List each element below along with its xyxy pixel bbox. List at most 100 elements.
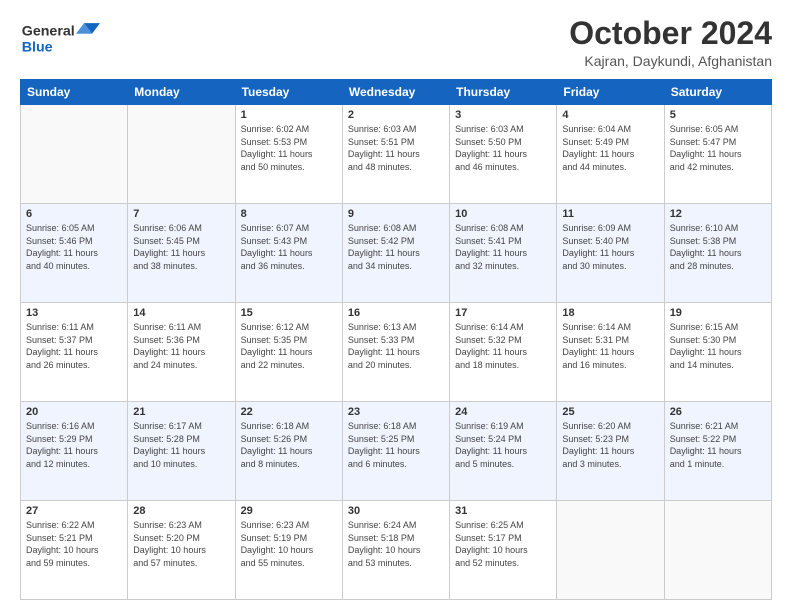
table-cell: 26 Sunrise: 6:21 AM Sunset: 5:22 PM Dayli… xyxy=(664,402,771,501)
day-info: Sunrise: 6:11 AM Sunset: 5:37 PM Dayligh… xyxy=(26,321,122,371)
day-number: 7 xyxy=(133,208,229,220)
day-info: Sunrise: 6:11 AM Sunset: 5:36 PM Dayligh… xyxy=(133,321,229,371)
table-cell: 14 Sunrise: 6:11 AM Sunset: 5:36 PM Dayli… xyxy=(128,303,235,402)
day-number: 6 xyxy=(26,208,122,220)
table-cell: 1 Sunrise: 6:02 AM Sunset: 5:53 PM Daylig… xyxy=(235,105,342,204)
table-cell: 16Sunrise: 6:13 AM Sunset: 5:33 PM Dayli… xyxy=(342,303,449,402)
day-info: Sunrise: 6:04 AM Sunset: 5:49 PM Dayligh… xyxy=(562,123,658,173)
day-number: 9 xyxy=(348,208,444,220)
day-number: 5 xyxy=(670,109,766,121)
table-cell: 20 Sunrise: 6:16 AM Sunset: 5:29 PM Dayli… xyxy=(21,402,128,501)
day-info: Sunrise: 6:09 AM Sunset: 5:40 PM Dayligh… xyxy=(562,222,658,272)
svg-text:Blue: Blue xyxy=(22,40,53,56)
day-number: 26 xyxy=(670,406,766,418)
calendar-week-row: 27 Sunrise: 6:22 AM Sunset: 5:21 PM Dayli… xyxy=(21,501,772,600)
table-cell: 7 Sunrise: 6:06 AM Sunset: 5:45 PM Daylig… xyxy=(128,204,235,303)
table-cell: 13Sunrise: 6:11 AM Sunset: 5:37 PM Dayli… xyxy=(21,303,128,402)
day-info: Sunrise: 6:20 AM Sunset: 5:23 PM Dayligh… xyxy=(562,420,658,470)
header: General Blue October 2024 Kajran, Daykun… xyxy=(20,16,772,69)
day-number: 24 xyxy=(455,406,551,418)
header-saturday: Saturday xyxy=(664,80,771,105)
day-number: 21 xyxy=(133,406,229,418)
day-number: 8 xyxy=(241,208,337,220)
day-number: 14 xyxy=(133,307,229,319)
day-number: 29 xyxy=(241,505,337,517)
day-number: 19 xyxy=(670,307,766,319)
day-number: 12 xyxy=(670,208,766,220)
day-number: 27 xyxy=(26,505,122,517)
day-info: Sunrise: 6:19 AM Sunset: 5:24 PM Dayligh… xyxy=(455,420,551,470)
day-info: Sunrise: 6:23 AM Sunset: 5:20 PM Dayligh… xyxy=(133,519,229,569)
day-info: Sunrise: 6:23 AM Sunset: 5:19 PM Dayligh… xyxy=(241,519,337,569)
day-info: Sunrise: 6:22 AM Sunset: 5:21 PM Dayligh… xyxy=(26,519,122,569)
day-info: Sunrise: 6:12 AM Sunset: 5:35 PM Dayligh… xyxy=(241,321,337,371)
logo-svg: General Blue xyxy=(20,16,100,56)
day-info: Sunrise: 6:21 AM Sunset: 5:22 PM Dayligh… xyxy=(670,420,766,470)
calendar-table: Sunday Monday Tuesday Wednesday Thursday… xyxy=(20,79,772,600)
calendar-week-row: 6 Sunrise: 6:05 AM Sunset: 5:46 PM Daylig… xyxy=(21,204,772,303)
table-cell: 22Sunrise: 6:18 AM Sunset: 5:26 PM Dayli… xyxy=(235,402,342,501)
table-cell xyxy=(21,105,128,204)
table-cell xyxy=(128,105,235,204)
header-sunday: Sunday xyxy=(21,80,128,105)
day-info: Sunrise: 6:07 AM Sunset: 5:43 PM Dayligh… xyxy=(241,222,337,272)
table-cell xyxy=(664,501,771,600)
day-number: 10 xyxy=(455,208,551,220)
logo: General Blue xyxy=(20,16,100,56)
table-cell: 25 Sunrise: 6:20 AM Sunset: 5:23 PM Dayli… xyxy=(557,402,664,501)
table-cell: 31 Sunrise: 6:25 AM Sunset: 5:17 PM Dayli… xyxy=(450,501,557,600)
day-info: Sunrise: 6:15 AM Sunset: 5:30 PM Dayligh… xyxy=(670,321,766,371)
day-number: 23 xyxy=(348,406,444,418)
table-cell: 18Sunrise: 6:14 AM Sunset: 5:31 PM Dayli… xyxy=(557,303,664,402)
table-cell: 4Sunrise: 6:04 AM Sunset: 5:49 PM Daylig… xyxy=(557,105,664,204)
day-info: Sunrise: 6:05 AM Sunset: 5:47 PM Dayligh… xyxy=(670,123,766,173)
day-number: 18 xyxy=(562,307,658,319)
table-cell: 15 Sunrise: 6:12 AM Sunset: 5:35 PM Dayli… xyxy=(235,303,342,402)
page: General Blue October 2024 Kajran, Daykun… xyxy=(0,0,792,612)
day-info: Sunrise: 6:25 AM Sunset: 5:17 PM Dayligh… xyxy=(455,519,551,569)
table-cell: 2Sunrise: 6:03 AM Sunset: 5:51 PM Daylig… xyxy=(342,105,449,204)
day-info: Sunrise: 6:02 AM Sunset: 5:53 PM Dayligh… xyxy=(241,123,337,173)
svg-text:General: General xyxy=(22,24,75,40)
day-number: 17 xyxy=(455,307,551,319)
calendar-week-row: 20 Sunrise: 6:16 AM Sunset: 5:29 PM Dayli… xyxy=(21,402,772,501)
day-info: Sunrise: 6:24 AM Sunset: 5:18 PM Dayligh… xyxy=(348,519,444,569)
table-cell: 28 Sunrise: 6:23 AM Sunset: 5:20 PM Dayli… xyxy=(128,501,235,600)
table-cell xyxy=(557,501,664,600)
table-cell: 11 Sunrise: 6:09 AM Sunset: 5:40 PM Dayli… xyxy=(557,204,664,303)
day-info: Sunrise: 6:18 AM Sunset: 5:25 PM Dayligh… xyxy=(348,420,444,470)
table-cell: 12 Sunrise: 6:10 AM Sunset: 5:38 PM Dayli… xyxy=(664,204,771,303)
day-number: 20 xyxy=(26,406,122,418)
day-info: Sunrise: 6:16 AM Sunset: 5:29 PM Dayligh… xyxy=(26,420,122,470)
header-wednesday: Wednesday xyxy=(342,80,449,105)
table-cell: 3Sunrise: 6:03 AM Sunset: 5:50 PM Daylig… xyxy=(450,105,557,204)
day-info: Sunrise: 6:10 AM Sunset: 5:38 PM Dayligh… xyxy=(670,222,766,272)
table-cell: 5 Sunrise: 6:05 AM Sunset: 5:47 PM Daylig… xyxy=(664,105,771,204)
month-title: October 2024 xyxy=(569,16,772,51)
title-block: October 2024 Kajran, Daykundi, Afghanist… xyxy=(569,16,772,69)
day-info: Sunrise: 6:05 AM Sunset: 5:46 PM Dayligh… xyxy=(26,222,122,272)
day-number: 25 xyxy=(562,406,658,418)
table-cell: 8 Sunrise: 6:07 AM Sunset: 5:43 PM Daylig… xyxy=(235,204,342,303)
day-number: 28 xyxy=(133,505,229,517)
day-info: Sunrise: 6:17 AM Sunset: 5:28 PM Dayligh… xyxy=(133,420,229,470)
day-number: 15 xyxy=(241,307,337,319)
day-info: Sunrise: 6:13 AM Sunset: 5:33 PM Dayligh… xyxy=(348,321,444,371)
table-cell: 21 Sunrise: 6:17 AM Sunset: 5:28 PM Dayli… xyxy=(128,402,235,501)
header-monday: Monday xyxy=(128,80,235,105)
day-number: 11 xyxy=(562,208,658,220)
day-number: 31 xyxy=(455,505,551,517)
table-cell: 17Sunrise: 6:14 AM Sunset: 5:32 PM Dayli… xyxy=(450,303,557,402)
table-cell: 9Sunrise: 6:08 AM Sunset: 5:42 PM Daylig… xyxy=(342,204,449,303)
table-cell: 27 Sunrise: 6:22 AM Sunset: 5:21 PM Dayli… xyxy=(21,501,128,600)
day-info: Sunrise: 6:06 AM Sunset: 5:45 PM Dayligh… xyxy=(133,222,229,272)
day-number: 1 xyxy=(241,109,337,121)
calendar-week-row: 1 Sunrise: 6:02 AM Sunset: 5:53 PM Daylig… xyxy=(21,105,772,204)
header-tuesday: Tuesday xyxy=(235,80,342,105)
table-cell: 23 Sunrise: 6:18 AM Sunset: 5:25 PM Dayli… xyxy=(342,402,449,501)
day-number: 30 xyxy=(348,505,444,517)
calendar-week-row: 13Sunrise: 6:11 AM Sunset: 5:37 PM Dayli… xyxy=(21,303,772,402)
day-info: Sunrise: 6:08 AM Sunset: 5:41 PM Dayligh… xyxy=(455,222,551,272)
table-cell: 10 Sunrise: 6:08 AM Sunset: 5:41 PM Dayli… xyxy=(450,204,557,303)
table-cell: 30 Sunrise: 6:24 AM Sunset: 5:18 PM Dayli… xyxy=(342,501,449,600)
